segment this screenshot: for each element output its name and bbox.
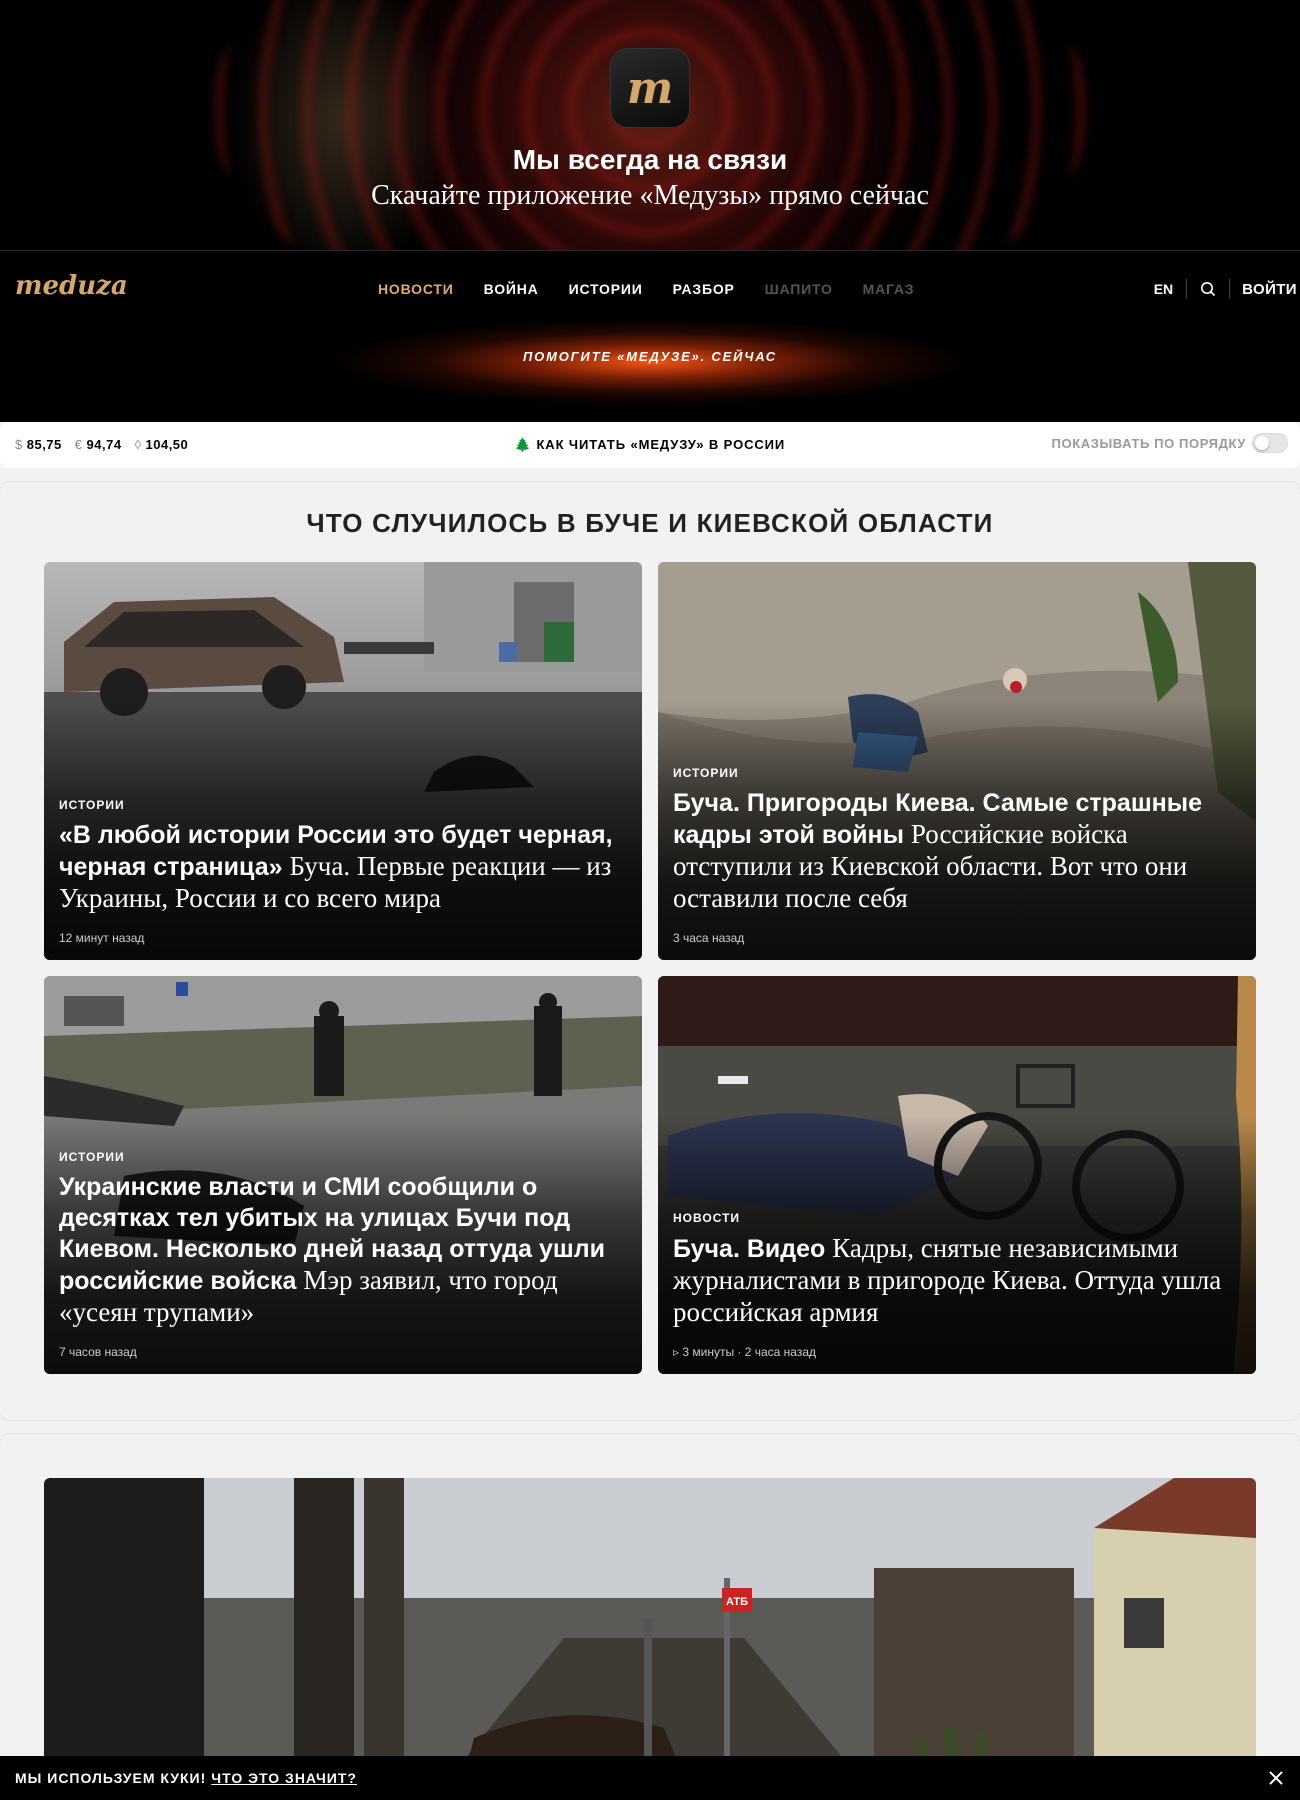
card-tag: НОВОСТИ (673, 1211, 741, 1225)
card-timestamp: 7 часов назад (59, 1345, 137, 1359)
street-photo: АТБ (44, 1478, 1256, 1800)
search-button[interactable] (1187, 275, 1229, 303)
featured-section: АТБ (0, 1434, 1300, 1800)
rate-value: 85,75 (26, 437, 62, 452)
cookie-message: МЫ ИСПОЛЬЗУЕМ КУКИ! (15, 1770, 207, 1786)
card-headline[interactable]: «В любой истории России это будет черная… (59, 820, 627, 915)
card-tag: ИСТОРИИ (673, 766, 739, 780)
card-timestamp: ▹ 3 минуты · 2 часа назад (673, 1345, 817, 1359)
rate-usd: $85,75 (15, 437, 62, 452)
currency-rates: $85,75 €94,74 ◊ 104,50 (15, 437, 201, 452)
how-to-read-label[interactable]: КАК ЧИТАТЬ «МЕДУЗУ» В РОССИИ (536, 437, 785, 452)
card-tag: ИСТОРИИ (59, 1150, 125, 1164)
site-header: meduza Новости Война Истории Разбор Шапи… (0, 250, 1300, 422)
order-toggle-control[interactable]: ПОКАЗЫВАТЬ ПО ПОРЯДКУ (1052, 433, 1288, 453)
oil-drop-icon: ◊ (134, 437, 142, 452)
nav-item-shapito[interactable]: Шапито (765, 281, 833, 297)
news-card[interactable]: НОВОСТИ Буча. Видео Кадры, снятые незави… (658, 976, 1256, 1374)
main-nav: Новости Война Истории Разбор Шапито Мага… (378, 281, 944, 297)
cookie-info-link[interactable]: ЧТО ЭТО ЗНАЧИТ? (211, 1770, 357, 1786)
euro-icon: € (74, 437, 83, 452)
info-bar: $85,75 €94,74 ◊ 104,50 🌲 КАК ЧИТАТЬ «МЕДУ… (0, 422, 1300, 468)
nav-item-shop[interactable]: Магаз (863, 281, 915, 297)
tree-icon: 🌲 (514, 437, 532, 452)
donate-button[interactable]: ПОМОГИТЕ «МЕДУЗЕ». СЕЙЧАС (0, 349, 1300, 364)
news-card[interactable]: ИСТОРИИ «В любой истории России это буде… (44, 562, 642, 960)
rate-eur: €94,74 (75, 437, 122, 452)
donate-label[interactable]: ПОМОГИТЕ «МЕДУЗЕ». СЕЙЧАС (523, 349, 777, 364)
card-text: НОВОСТИ Буча. Видео Кадры, снятые незави… (673, 1211, 1241, 1359)
card-text: ИСТОРИИ Буча. Пригороды Киева. Самые стр… (673, 766, 1241, 945)
meduza-app-icon[interactable]: m (610, 48, 690, 128)
card-timestamp: 12 минут назад (59, 931, 145, 945)
atb-sign-label: АТБ (726, 1596, 748, 1608)
headline-strong: Буча. Видео (673, 1235, 826, 1263)
nav-item-news[interactable]: Новости (378, 281, 454, 297)
meduza-logo[interactable]: meduza (15, 271, 128, 301)
search-icon (1201, 282, 1216, 297)
close-icon[interactable] (1266, 1768, 1286, 1788)
login-button[interactable]: ВОЙТИ (1230, 281, 1300, 298)
cookie-banner: МЫ ИСПОЛЬЗУЕМ КУКИ! ЧТО ЭТО ЗНАЧИТ? (0, 1756, 1300, 1800)
rate-oil: ◊ 104,50 (135, 437, 189, 452)
order-toggle-label: ПОКАЗЫВАТЬ ПО ПОРЯДКУ (1051, 435, 1246, 451)
header-actions: EN ВОЙТИ (1141, 275, 1300, 303)
order-toggle[interactable] (1252, 433, 1288, 453)
nav-item-stories[interactable]: Истории (569, 281, 643, 297)
card-headline[interactable]: Буча. Видео Кадры, снятые независимыми ж… (673, 1233, 1241, 1329)
nav-item-war[interactable]: Война (484, 281, 539, 297)
nav-item-analysis[interactable]: Разбор (673, 281, 735, 297)
app-download-banner[interactable]: m Мы всегда на связи Скачайте приложение… (0, 0, 1300, 250)
rate-value: 104,50 (145, 437, 189, 452)
bucha-section: ЧТО СЛУЧИЛОСЬ В БУЧЕ И КИЕВСКОЙ ОБЛАСТИ (0, 482, 1300, 1420)
card-tag: ИСТОРИИ (59, 798, 125, 812)
rate-value: 94,74 (86, 437, 122, 452)
card-timestamp: 3 часа назад (673, 931, 745, 945)
news-card[interactable]: ИСТОРИИ Украинские власти и СМИ сообщили… (44, 976, 642, 1374)
banner-title: Мы всегда на связи (512, 144, 788, 175)
section-title: ЧТО СЛУЧИЛОСЬ В БУЧЕ И КИЕВСКОЙ ОБЛАСТИ (306, 508, 994, 538)
language-switch[interactable]: EN (1141, 281, 1186, 297)
banner-subtitle: Скачайте приложение «Медузы» прямо сейча… (371, 180, 929, 211)
card-text: ИСТОРИИ «В любой истории России это буде… (59, 798, 627, 945)
card-headline[interactable]: Украинские власти и СМИ сообщили о десят… (59, 1172, 627, 1329)
featured-photo[interactable]: АТБ (44, 1478, 1256, 1800)
card-text: ИСТОРИИ Украинские власти и СМИ сообщили… (59, 1150, 627, 1359)
card-headline[interactable]: Буча. Пригороды Киева. Самые страшные ка… (673, 788, 1241, 915)
news-card[interactable]: ИСТОРИИ Буча. Пригороды Киева. Самые стр… (658, 562, 1256, 960)
dollar-icon: $ (15, 437, 23, 452)
